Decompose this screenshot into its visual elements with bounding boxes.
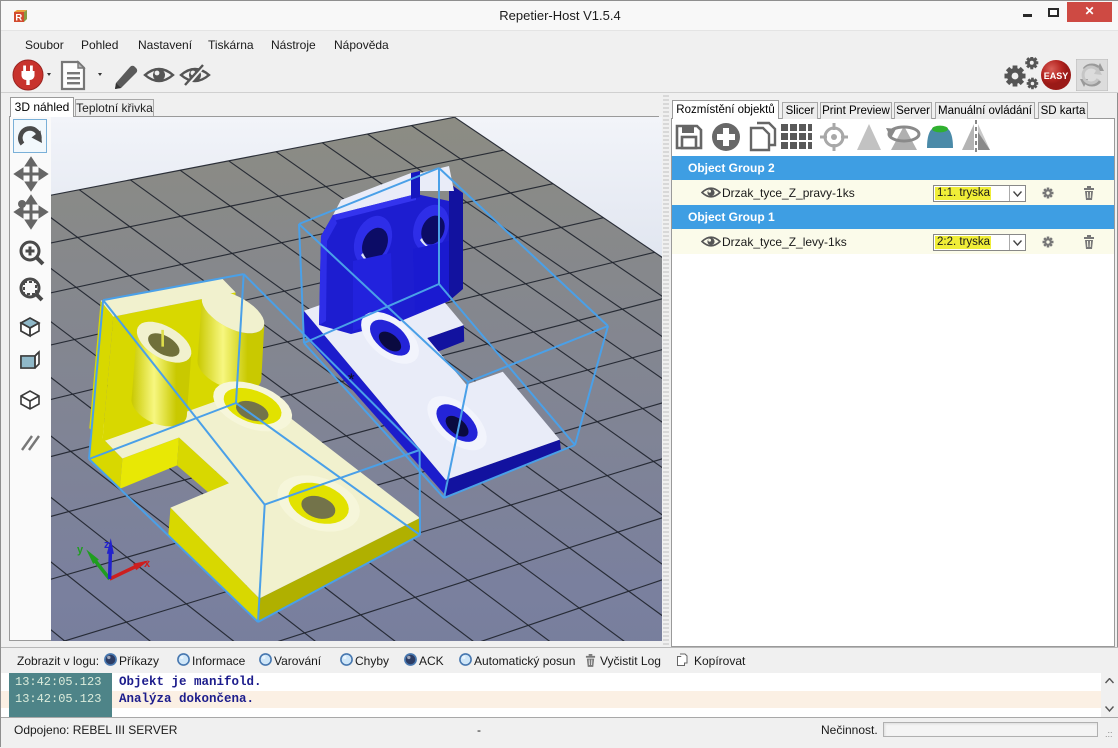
svg-text:z: z	[104, 539, 110, 551]
svg-text:x: x	[144, 558, 151, 570]
svg-text:EASY: EASY	[1044, 71, 1069, 81]
svg-text:*: *	[348, 370, 355, 389]
svg-text:y: y	[77, 544, 84, 556]
